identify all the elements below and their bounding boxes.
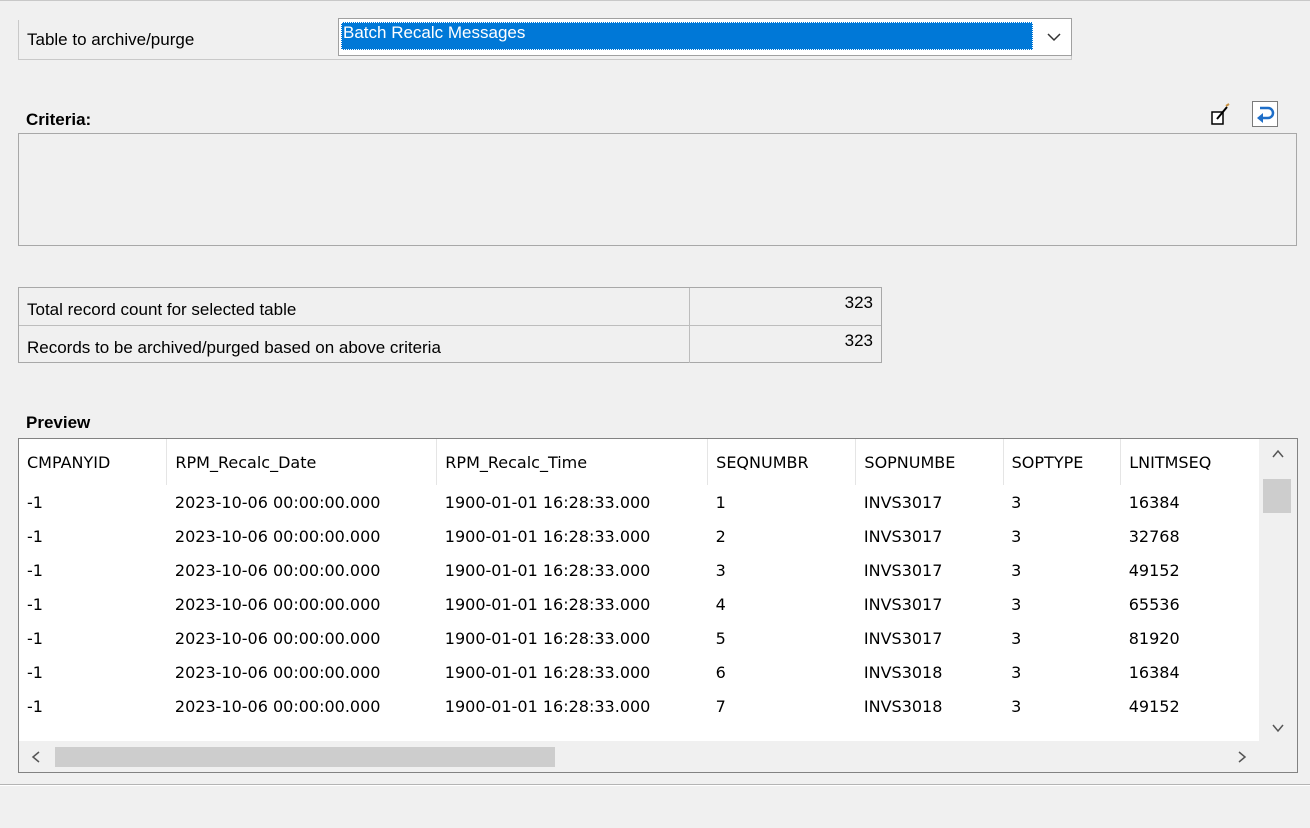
column-header[interactable]: SEQNUMBR (707, 439, 857, 485)
table-cell: 2023-10-06 00:00:00.000 (174, 628, 381, 648)
table-cell: INVS3018 (863, 696, 943, 716)
refresh-icon (1257, 106, 1275, 123)
total-count-value: 323 (689, 288, 881, 325)
archive-table-selected-value: Batch Recalc Messages (341, 22, 1033, 50)
table-cell: -1 (27, 594, 43, 614)
table-cell: 2023-10-06 00:00:00.000 (174, 662, 381, 682)
preview-grid[interactable]: CMPANYID RPM_Recalc_Date RPM_Recalc_Time… (18, 438, 1298, 773)
archive-count-value: 323 (689, 326, 881, 363)
table-cell: 3 (1011, 526, 1022, 546)
table-cell: 49152 (1128, 696, 1180, 716)
column-header[interactable]: SOPNUMBE (855, 439, 1004, 485)
archive-count-row: Records to be archived/purged based on a… (19, 326, 881, 363)
scrollbar-corner (1259, 741, 1297, 772)
table-cell: 3 (715, 560, 726, 580)
refresh-criteria-button[interactable] (1252, 101, 1278, 127)
table-row[interactable]: -1 2023-10-06 00:00:00.000 1900-01-01 16:2… (19, 621, 1259, 655)
scroll-up-icon[interactable] (1272, 449, 1284, 459)
total-count-label: Total record count for selected table (27, 300, 297, 319)
table-cell: 6 (715, 662, 726, 682)
table-cell: 2023-10-06 00:00:00.000 (174, 594, 381, 614)
table-cell: INVS3017 (863, 526, 943, 546)
preview-title: Preview (26, 413, 91, 432)
table-cell: 2023-10-06 00:00:00.000 (174, 560, 381, 580)
preview-table: CMPANYID RPM_Recalc_Date RPM_Recalc_Time… (19, 439, 1259, 723)
table-cell: INVS3017 (863, 560, 943, 580)
table-cell: -1 (27, 696, 43, 716)
column-header[interactable]: CMPANYID (19, 439, 168, 485)
column-header[interactable]: RPM_Recalc_Time (436, 439, 709, 485)
table-cell: INVS3017 (863, 628, 943, 648)
table-cell: 65536 (1128, 594, 1180, 614)
table-cell: 3 (1011, 696, 1022, 716)
table-cell: 2023-10-06 00:00:00.000 (174, 492, 381, 512)
table-cell: 1 (715, 492, 726, 512)
table-row[interactable]: -1 2023-10-06 00:00:00.000 1900-01-01 16:2… (19, 587, 1259, 621)
archive-table-label: Table to archive/purge (27, 30, 195, 49)
table-cell: -1 (27, 662, 43, 682)
archive-table-row: Table to archive/purge Batch Recalc Mess… (18, 18, 1072, 60)
table-cell: 16384 (1128, 662, 1180, 682)
table-row[interactable]: -1 2023-10-06 00:00:00.000 1900-01-01 16:2… (19, 519, 1259, 553)
table-cell: 3 (1011, 594, 1022, 614)
chevron-down-icon[interactable] (1043, 27, 1065, 47)
record-counts: Total record count for selected table 32… (18, 287, 882, 363)
preview-grid-body: CMPANYID RPM_Recalc_Date RPM_Recalc_Time… (19, 439, 1259, 741)
table-cell: INVS3017 (863, 594, 943, 614)
horizontal-scroll-thumb[interactable] (55, 747, 555, 767)
table-cell: 5 (715, 628, 726, 648)
column-header[interactable]: SOPTYPE (1003, 439, 1122, 485)
table-cell: 2 (715, 526, 726, 546)
scroll-left-icon[interactable] (31, 751, 41, 763)
table-row[interactable]: -1 2023-10-06 00:00:00.000 1900-01-01 16:2… (19, 689, 1259, 723)
table-cell: 1900-01-01 16:28:33.000 (444, 696, 651, 716)
table-cell: INVS3017 (863, 492, 943, 512)
table-cell: 3 (1011, 560, 1022, 580)
table-cell: 49152 (1128, 560, 1180, 580)
table-cell: 3 (1011, 628, 1022, 648)
table-cell: 1900-01-01 16:28:33.000 (444, 560, 651, 580)
table-cell: INVS3018 (863, 662, 943, 682)
archive-count-label: Records to be archived/purged based on a… (27, 338, 441, 357)
criteria-title: Criteria: (26, 110, 92, 129)
table-row[interactable]: -1 2023-10-06 00:00:00.000 1900-01-01 16:2… (19, 553, 1259, 587)
table-cell: -1 (27, 628, 43, 648)
table-cell: 7 (715, 696, 726, 716)
archive-table-dropdown[interactable]: Batch Recalc Messages (338, 18, 1072, 56)
table-row[interactable]: -1 2023-10-06 00:00:00.000 1900-01-01 16:2… (19, 655, 1259, 689)
table-cell: 1900-01-01 16:28:33.000 (444, 594, 651, 614)
table-cell: 81920 (1128, 628, 1180, 648)
table-cell: 1900-01-01 16:28:33.000 (444, 492, 651, 512)
table-cell: -1 (27, 492, 43, 512)
column-header[interactable]: RPM_Recalc_Date (166, 439, 438, 485)
criteria-box[interactable] (18, 133, 1297, 246)
preview-header-row: CMPANYID RPM_Recalc_Date RPM_Recalc_Time… (19, 439, 1259, 485)
horizontal-scrollbar[interactable] (19, 741, 1259, 772)
table-cell: 1900-01-01 16:28:33.000 (444, 526, 651, 546)
table-row[interactable]: -1 2023-10-06 00:00:00.000 1900-01-01 16:2… (19, 485, 1259, 519)
table-cell: 16384 (1128, 492, 1180, 512)
table-cell: 1900-01-01 16:28:33.000 (444, 628, 651, 648)
table-cell: 4 (715, 594, 726, 614)
table-cell: -1 (27, 526, 43, 546)
table-cell: -1 (27, 560, 43, 580)
scroll-right-icon[interactable] (1237, 751, 1247, 763)
bottom-border-highlight (0, 785, 1310, 786)
table-cell: 2023-10-06 00:00:00.000 (174, 526, 381, 546)
total-count-row: Total record count for selected table 32… (19, 288, 881, 326)
vertical-scrollbar[interactable] (1259, 439, 1297, 741)
column-header[interactable]: LNITMSEQ (1120, 439, 1259, 485)
table-cell: 1900-01-01 16:28:33.000 (444, 662, 651, 682)
table-cell: 2023-10-06 00:00:00.000 (174, 696, 381, 716)
vertical-scroll-thumb[interactable] (1263, 479, 1291, 513)
table-cell: 32768 (1128, 526, 1180, 546)
edit-criteria-icon[interactable] (1209, 103, 1231, 127)
table-cell: 3 (1011, 662, 1022, 682)
table-cell: 3 (1011, 492, 1022, 512)
top-border (0, 0, 1310, 1)
scroll-down-icon[interactable] (1272, 723, 1284, 733)
